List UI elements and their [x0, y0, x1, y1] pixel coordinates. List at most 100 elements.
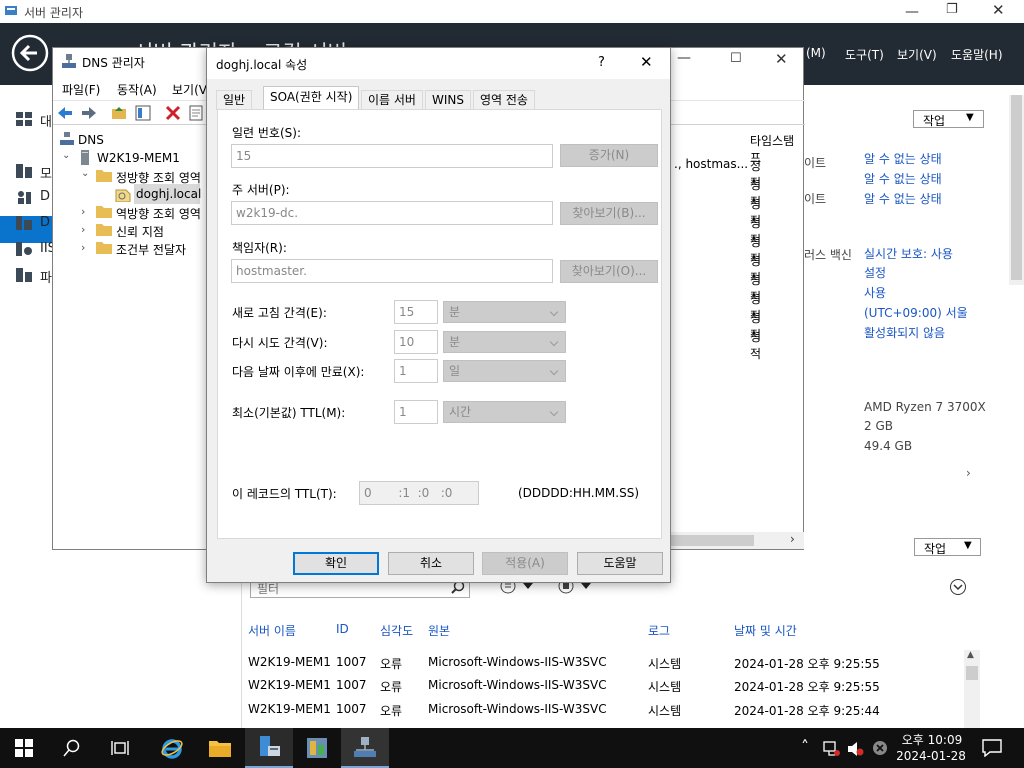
events-scrollbar[interactable]: ▲: [964, 650, 980, 728]
col-source[interactable]: 원본: [428, 622, 450, 639]
increment-button[interactable]: 증가(N): [560, 144, 658, 167]
restore-button[interactable]: ❐: [946, 2, 958, 17]
prop-link-antivirus[interactable]: 실시간 보호: 사용: [864, 245, 953, 262]
browse-primary-button[interactable]: 찾아보기(B)...: [560, 202, 658, 225]
dns-taskbar-button[interactable]: [341, 728, 389, 768]
nav-item-dashboard[interactable]: 대: [40, 111, 52, 130]
menu-help[interactable]: 도움말(H): [951, 46, 1003, 63]
apply-button[interactable]: 적용(A): [482, 552, 568, 575]
expire-unit-select[interactable]: 일: [443, 360, 566, 382]
expand-tile-icon[interactable]: [949, 578, 967, 596]
menu-tools[interactable]: 도구(T): [845, 46, 884, 63]
expire-field[interactable]: 1: [394, 359, 438, 383]
menu-manage[interactable]: (M): [806, 46, 826, 60]
dns-menu-action[interactable]: 동작(A): [117, 81, 157, 98]
chevron-up-icon[interactable]: ˄: [801, 737, 809, 756]
prop-link-setting[interactable]: 설정: [864, 264, 886, 281]
nav-item-file-services[interactable]: 파: [40, 267, 52, 286]
server-manager-taskbar-button[interactable]: [245, 728, 293, 768]
dialog-close-button[interactable]: ✕: [640, 53, 653, 71]
list-hscrollbar[interactable]: ›: [670, 532, 804, 549]
nav-item-all-servers[interactable]: 모: [40, 163, 52, 182]
tree-item-zone-doghj[interactable]: doghj.local: [136, 187, 201, 201]
tree-item-server[interactable]: W2K19-MEM1: [97, 151, 180, 165]
refresh-unit-select[interactable]: 분: [443, 301, 566, 323]
scroll-up-icon[interactable]: ▲: [967, 650, 974, 660]
tree-item-reverse-zones[interactable]: 역방향 조회 영역: [116, 205, 201, 222]
tab-soa[interactable]: SOA(권한 시작): [263, 86, 360, 110]
scroll-right-icon[interactable]: ›: [790, 532, 795, 546]
prop-link-use[interactable]: 사용: [864, 284, 886, 301]
nav-item-local-server[interactable]: 로: [40, 137, 52, 156]
help-button[interactable]: 도움말: [577, 552, 663, 575]
error-notification-icon[interactable]: [872, 740, 888, 756]
refresh-interval-field[interactable]: 15: [394, 300, 438, 324]
dns-menu-file[interactable]: 파일(F): [62, 81, 100, 98]
close-button[interactable]: ✕: [992, 1, 1005, 19]
tab-general[interactable]: 일반: [216, 90, 253, 110]
tab-zone-transfers[interactable]: 영역 전송: [473, 90, 535, 110]
search-taskbar-button[interactable]: [48, 728, 96, 768]
start-button[interactable]: [0, 728, 48, 768]
tab-wins[interactable]: WINS: [425, 90, 471, 110]
prop-link-update[interactable]: 알 수 없는 상태: [864, 190, 942, 207]
delete-icon[interactable]: [165, 105, 181, 121]
collapse-chevron-icon[interactable]: ›: [81, 223, 85, 236]
tree-item-conditional-forwarders[interactable]: 조건부 전달자: [116, 241, 186, 258]
responsible-person-field[interactable]: hostmaster.: [231, 259, 553, 283]
tasks-dropdown-events[interactable]: 작업 ▼: [914, 538, 981, 556]
record-ttl-field[interactable]: 0 :1 :0 :0: [359, 481, 479, 505]
nav-item-ad[interactable]: D: [40, 189, 50, 204]
primary-server-field[interactable]: w2k19-dc.: [231, 201, 553, 225]
cancel-button[interactable]: 취소: [388, 552, 474, 575]
dns-maximize-button[interactable]: ☐: [730, 51, 742, 66]
up-folder-icon[interactable]: [111, 105, 127, 121]
tree-item-trust-points[interactable]: 신뢰 지점: [116, 223, 164, 240]
back-arrow-icon[interactable]: [57, 106, 73, 120]
retry-interval-field[interactable]: 10: [394, 330, 438, 354]
minimize-button[interactable]: —: [905, 4, 919, 20]
dns-menu-view[interactable]: 보기(V: [172, 81, 207, 98]
col-datetime[interactable]: 날짜 및 시간: [734, 622, 797, 639]
help-question-button[interactable]: ?: [598, 55, 605, 70]
collapse-chevron-icon[interactable]: ›: [81, 205, 85, 218]
tree-item-dns[interactable]: DNS: [78, 133, 104, 147]
scrollbar-thumb[interactable]: [1011, 95, 1022, 280]
min-ttl-unit-select[interactable]: 시간: [443, 401, 566, 423]
min-ttl-field[interactable]: 1: [394, 400, 438, 424]
expand-chevron-icon[interactable]: ⌄: [62, 150, 70, 161]
network-icon[interactable]: [823, 741, 841, 757]
forward-arrow-icon[interactable]: [81, 106, 97, 120]
task-view-button[interactable]: [96, 728, 144, 768]
show-hide-tree-icon[interactable]: [135, 105, 151, 121]
clock-time[interactable]: 오후 10:09: [900, 731, 964, 748]
expand-chevron-icon[interactable]: ⌄: [81, 168, 89, 179]
retry-unit-select[interactable]: 분: [443, 331, 566, 353]
ie-taskbar-button[interactable]: [148, 728, 196, 768]
prop-link-timezone[interactable]: (UTC+09:00) 서울: [864, 304, 968, 321]
col-id[interactable]: ID: [336, 622, 349, 636]
browse-responsible-button[interactable]: 찾아보기(O)...: [560, 260, 658, 283]
col-server-name[interactable]: 서버 이름: [248, 622, 296, 639]
tab-name-servers[interactable]: 이름 서버: [361, 90, 423, 110]
col-log[interactable]: 로그: [648, 622, 670, 639]
tasks-dropdown-top[interactable]: 작업 ▼: [913, 110, 984, 128]
dns-close-button[interactable]: ✕: [775, 50, 788, 68]
collapse-chevron-icon[interactable]: ›: [81, 241, 85, 254]
right-scrollbar[interactable]: [1009, 95, 1024, 285]
scrollbar-thumb[interactable]: [670, 535, 754, 546]
action-center-icon[interactable]: [982, 739, 1002, 757]
volume-muted-icon[interactable]: [847, 741, 865, 757]
properties-icon[interactable]: [188, 105, 204, 121]
menu-view[interactable]: 보기(V): [897, 46, 937, 63]
scroll-right-icon[interactable]: ›: [966, 466, 971, 480]
scrollbar-thumb[interactable]: [966, 666, 978, 680]
nav-item-dns[interactable]: D: [40, 215, 50, 230]
prop-link-update[interactable]: 알 수 없는 상태: [864, 170, 942, 187]
explorer-taskbar-button[interactable]: [196, 728, 244, 768]
back-arrow-icon[interactable]: [11, 34, 49, 72]
clock-date[interactable]: 2024-01-28: [896, 749, 966, 763]
tools-taskbar-button[interactable]: [293, 728, 341, 768]
col-severity[interactable]: 심각도: [380, 622, 413, 639]
ok-button[interactable]: 확인: [293, 552, 379, 575]
